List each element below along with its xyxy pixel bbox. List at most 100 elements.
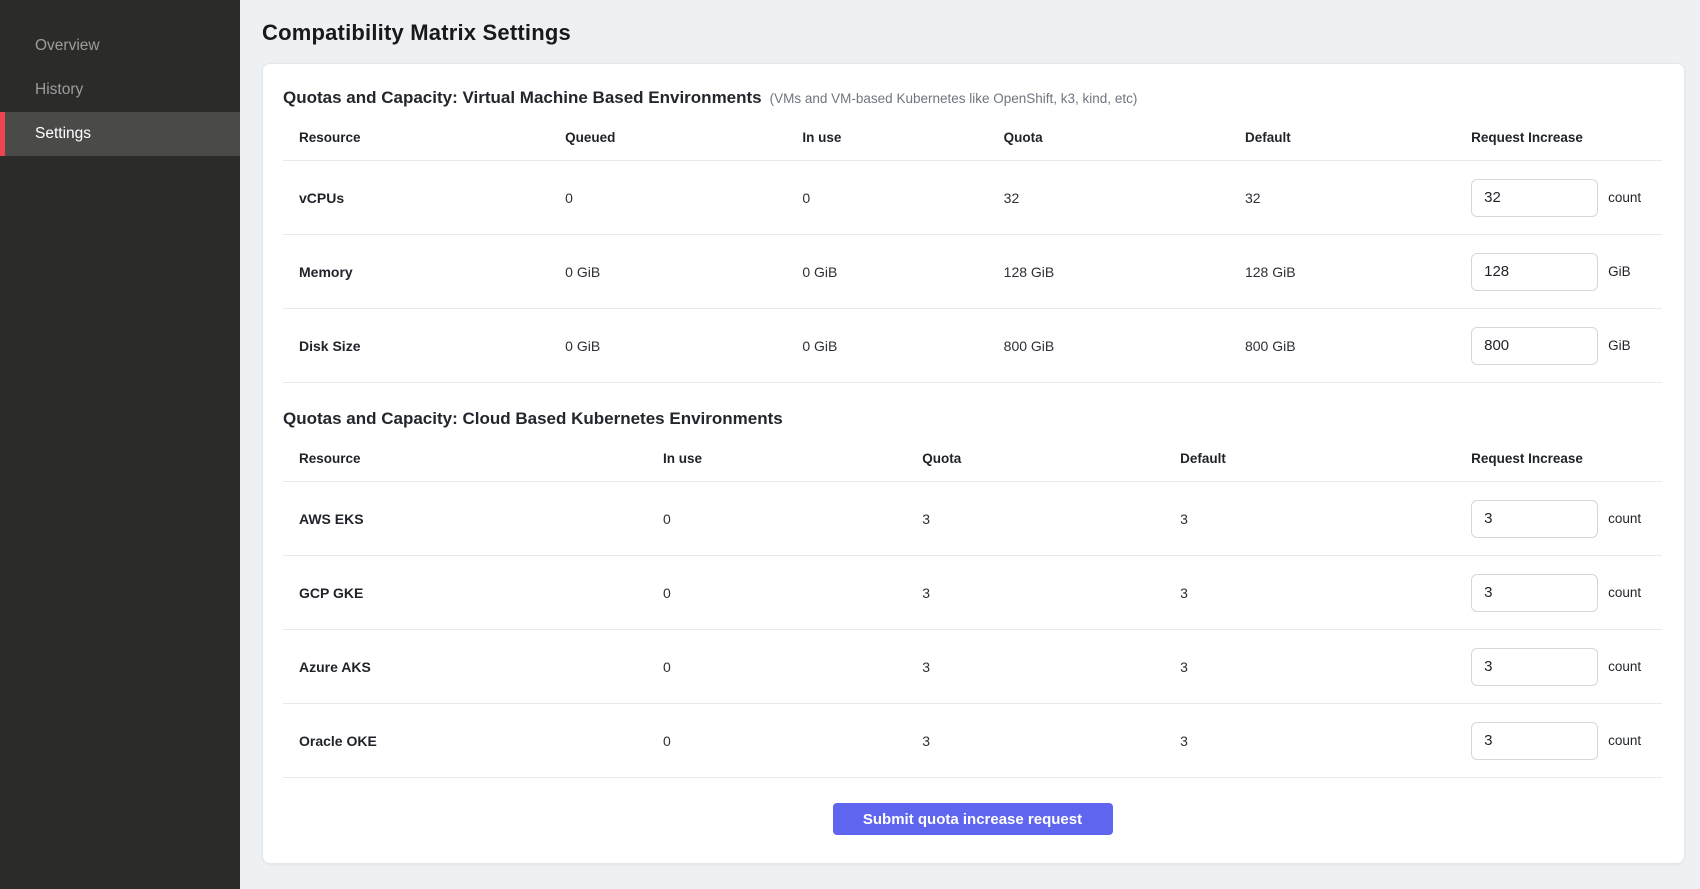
section-header: Quotas and Capacity: Cloud Based Kuberne… (283, 409, 1662, 429)
resource-name: Azure AKS (283, 630, 647, 704)
resource-name: Disk Size (283, 309, 549, 383)
cell-value: 0 (647, 704, 906, 778)
table-header-row: ResourceQueuedIn useQuotaDefaultRequest … (283, 122, 1662, 161)
sidebar: Overview History Settings (0, 0, 240, 889)
sidebar-item-history[interactable]: History (0, 68, 240, 112)
sidebar-nav: Overview History Settings (0, 24, 240, 156)
column-header: Default (1164, 443, 1455, 482)
column-header: In use (786, 122, 987, 161)
resource-name: AWS EKS (283, 482, 647, 556)
unit-label: count (1608, 585, 1641, 600)
request-increase-field: count (1471, 179, 1662, 217)
quota-table: ResourceQueuedIn useQuotaDefaultRequest … (283, 122, 1662, 383)
cell-value: 128 GiB (1229, 235, 1455, 309)
request-increase-field: count (1471, 648, 1662, 686)
cell-value: 0 GiB (549, 309, 786, 383)
cell-value: 3 (906, 704, 1164, 778)
cell-value: 0 (647, 482, 906, 556)
request-increase-input[interactable] (1471, 722, 1598, 760)
sidebar-item-overview[interactable]: Overview (0, 24, 240, 68)
request-increase-field: count (1471, 574, 1662, 612)
unit-label: count (1608, 733, 1641, 748)
sidebar-item-label: Settings (35, 125, 91, 143)
resource-name: vCPUs (283, 161, 549, 235)
cell-value: 0 GiB (786, 235, 987, 309)
table-header-row: ResourceIn useQuotaDefaultRequest Increa… (283, 443, 1662, 482)
quota-table: ResourceIn useQuotaDefaultRequest Increa… (283, 443, 1662, 778)
resource-name: Memory (283, 235, 549, 309)
column-header: In use (647, 443, 906, 482)
main-content: Compatibility Matrix Settings Quotas and… (240, 0, 1700, 889)
table-row: AWS EKS033count (283, 482, 1662, 556)
unit-label: count (1608, 511, 1641, 526)
unit-label: count (1608, 659, 1641, 674)
cell-value: 0 (647, 630, 906, 704)
sidebar-item-label: Overview (35, 37, 100, 55)
submit-quota-button[interactable]: Submit quota increase request (833, 803, 1113, 835)
request-increase-cell: count (1455, 630, 1662, 704)
cell-value: 0 (549, 161, 786, 235)
request-increase-input[interactable] (1471, 500, 1598, 538)
table-row: vCPUs003232count (283, 161, 1662, 235)
cell-value: 3 (1164, 630, 1455, 704)
quota-section: Quotas and Capacity: Virtual Machine Bas… (283, 88, 1662, 383)
table-row: Memory0 GiB0 GiB128 GiB128 GiBGiB (283, 235, 1662, 309)
table-row: Disk Size0 GiB0 GiB800 GiB800 GiBGiB (283, 309, 1662, 383)
request-increase-input[interactable] (1471, 253, 1598, 291)
column-header: Quota (988, 122, 1229, 161)
column-header: Queued (549, 122, 786, 161)
request-increase-field: count (1471, 500, 1662, 538)
cell-value: 3 (1164, 704, 1455, 778)
sidebar-item-label: History (35, 81, 83, 99)
column-header: Request Increase (1455, 122, 1662, 161)
request-increase-cell: GiB (1455, 235, 1662, 309)
request-increase-input[interactable] (1471, 648, 1598, 686)
section-title: Quotas and Capacity: Virtual Machine Bas… (283, 88, 762, 107)
quota-section: Quotas and Capacity: Cloud Based Kuberne… (283, 409, 1662, 778)
unit-label: count (1608, 190, 1641, 205)
request-increase-input[interactable] (1471, 179, 1598, 217)
unit-label: GiB (1608, 264, 1631, 279)
cell-value: 3 (906, 556, 1164, 630)
table-row: GCP GKE033count (283, 556, 1662, 630)
request-increase-cell: count (1455, 704, 1662, 778)
column-header: Resource (283, 443, 647, 482)
table-row: Azure AKS033count (283, 630, 1662, 704)
column-header: Resource (283, 122, 549, 161)
request-increase-input[interactable] (1471, 327, 1598, 365)
page-title: Compatibility Matrix Settings (262, 20, 1685, 46)
request-increase-field: GiB (1471, 253, 1662, 291)
quota-sections: Quotas and Capacity: Virtual Machine Bas… (283, 88, 1662, 778)
column-header: Request Increase (1455, 443, 1662, 482)
resource-name: Oracle OKE (283, 704, 647, 778)
section-title: Quotas and Capacity: Cloud Based Kuberne… (283, 409, 783, 428)
cell-value: 3 (906, 630, 1164, 704)
cell-value: 128 GiB (988, 235, 1229, 309)
cell-value: 0 GiB (549, 235, 786, 309)
cell-value: 0 (647, 556, 906, 630)
request-increase-cell: GiB (1455, 309, 1662, 383)
table-row: Oracle OKE033count (283, 704, 1662, 778)
submit-row: Submit quota increase request (283, 778, 1662, 849)
request-increase-cell: count (1455, 556, 1662, 630)
cell-value: 3 (1164, 482, 1455, 556)
cell-value: 800 GiB (988, 309, 1229, 383)
sidebar-item-settings[interactable]: Settings (0, 112, 240, 156)
resource-name: GCP GKE (283, 556, 647, 630)
cell-value: 3 (906, 482, 1164, 556)
request-increase-cell: count (1455, 161, 1662, 235)
request-increase-field: GiB (1471, 327, 1662, 365)
section-subtitle: (VMs and VM-based Kubernetes like OpenSh… (770, 91, 1138, 106)
unit-label: GiB (1608, 338, 1631, 353)
cell-value: 800 GiB (1229, 309, 1455, 383)
column-header: Quota (906, 443, 1164, 482)
section-header: Quotas and Capacity: Virtual Machine Bas… (283, 88, 1662, 108)
request-increase-field: count (1471, 722, 1662, 760)
cell-value: 0 (786, 161, 987, 235)
settings-card: Quotas and Capacity: Virtual Machine Bas… (262, 63, 1685, 864)
column-header: Default (1229, 122, 1455, 161)
request-increase-input[interactable] (1471, 574, 1598, 612)
cell-value: 3 (1164, 556, 1455, 630)
request-increase-cell: count (1455, 482, 1662, 556)
cell-value: 32 (988, 161, 1229, 235)
